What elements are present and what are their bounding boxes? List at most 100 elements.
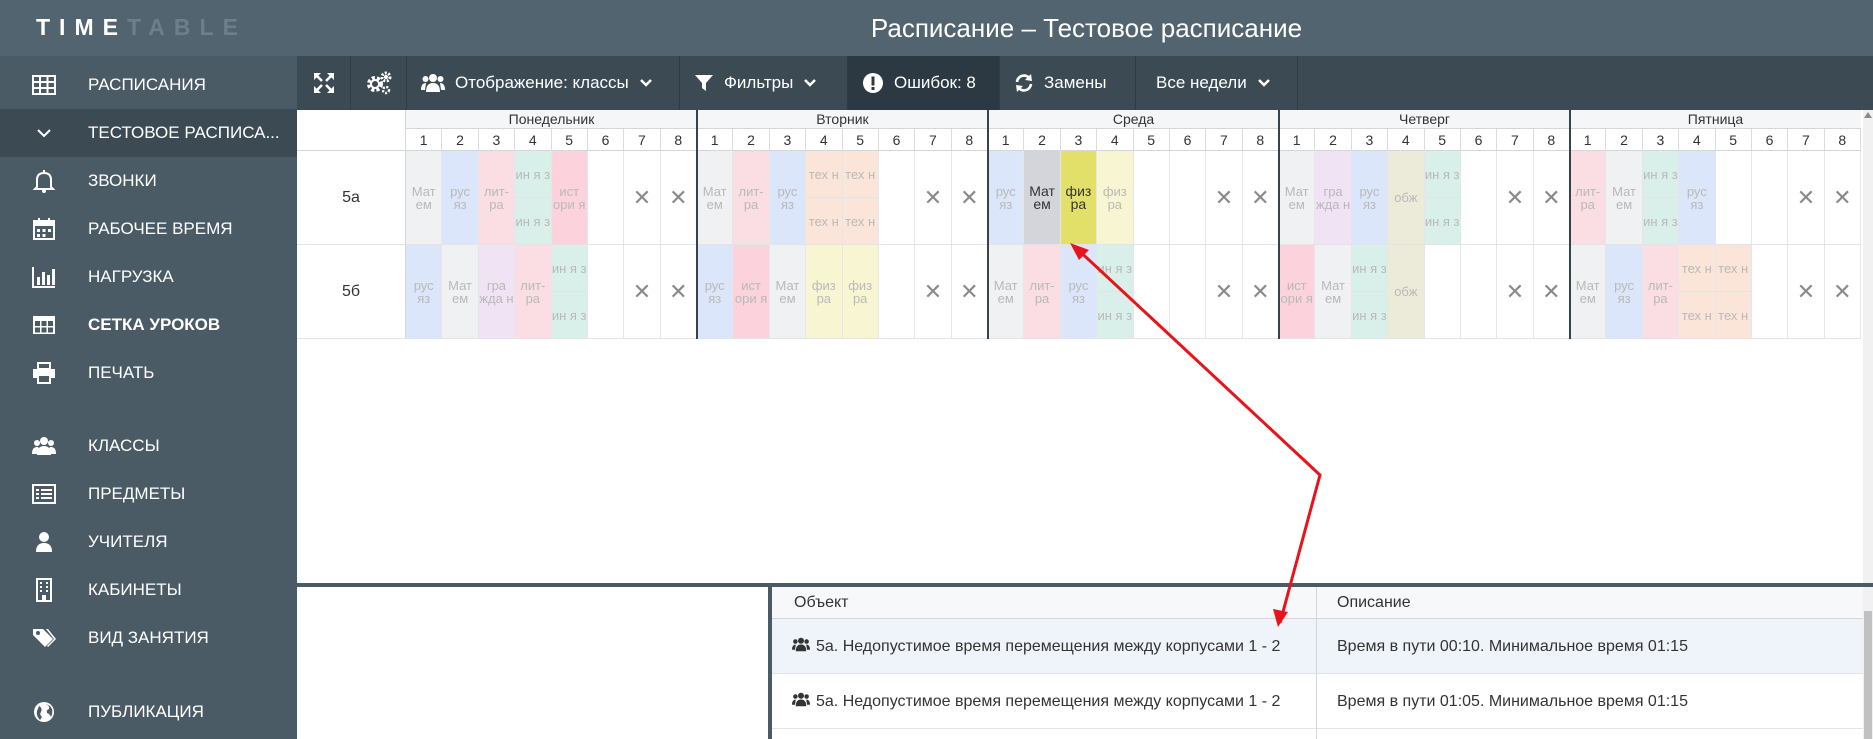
lesson-cell[interactable]: ин я з [1642,198,1680,245]
lesson-cell[interactable] [1424,245,1461,339]
lesson-cell[interactable]: лит- ра [1642,245,1680,339]
blocked-cell[interactable]: ✕ [1497,151,1534,245]
lesson-cell[interactable]: ист ори я [551,151,588,245]
blocked-cell[interactable]: ✕ [624,151,661,245]
lesson-cell[interactable]: Мат ем [1024,151,1061,245]
lesson-cell[interactable] [878,151,916,245]
lesson-cell[interactable]: гра жда н [1315,151,1352,245]
lesson-cell[interactable]: ин я з [551,245,588,292]
lesson-cell[interactable]: ин я з [1424,151,1461,198]
sidebar-item-subjects[interactable]: ПРЕДМЕТЫ [0,470,297,518]
replacements-button[interactable]: Замены [1000,56,1136,110]
scroll-thumb[interactable] [1864,611,1872,739]
lesson-cell[interactable]: Мат ем [697,151,734,245]
lesson-cell[interactable] [1133,245,1170,339]
lesson-cell[interactable]: рус яз [1679,151,1716,245]
sidebar-item-teachers[interactable]: УЧИТЕЛЯ [0,518,297,566]
class-row-label[interactable]: 5а [297,151,406,245]
sidebar-item-classes[interactable]: КЛАССЫ [0,422,297,470]
lesson-cell[interactable]: тех н [806,198,843,245]
lesson-cell[interactable]: гра жда н [478,245,516,339]
sidebar-item-load[interactable]: НАГРУЗКА [0,253,297,301]
lesson-cell[interactable]: тех н [1679,292,1716,339]
lesson-cell[interactable]: физ ра [806,245,843,339]
blocked-cell[interactable]: ✕ [915,151,952,245]
blocked-cell[interactable]: ✕ [660,245,697,339]
lesson-cell[interactable]: лит- ра [478,151,516,245]
sidebar-item-working-time[interactable]: РАБОЧЕЕ ВРЕМЯ [0,205,297,253]
lesson-cell[interactable]: ист ори я [733,245,770,339]
lesson-cell[interactable] [1169,151,1207,245]
lesson-cell[interactable]: тех н [1679,245,1716,292]
lesson-cell[interactable] [878,245,916,339]
lesson-cell[interactable]: ин я з [1642,151,1680,198]
lesson-cell[interactable]: рус яз [442,151,479,245]
lesson-cell[interactable]: физ ра [1097,151,1134,245]
lesson-cell[interactable]: обж [1388,245,1425,339]
lesson-cell[interactable] [1751,151,1789,245]
lesson-cell[interactable]: ин я з [1097,245,1134,292]
lesson-cell[interactable]: рус яз [697,245,734,339]
errors-scrollbar[interactable] [1863,587,1873,739]
lesson-cell[interactable]: ин я з [1097,292,1134,339]
grid-scrollbar[interactable] [1863,110,1873,583]
lesson-cell[interactable]: Мат ем [406,151,443,245]
blocked-cell[interactable]: ✕ [1788,151,1825,245]
lesson-cell[interactable]: Мат ем [1315,245,1352,339]
lesson-cell[interactable]: ин я з [515,151,552,198]
app-logo[interactable]: TIMETABLE [36,14,247,41]
lesson-cell[interactable]: рус яз [406,245,443,339]
blocked-cell[interactable]: ✕ [1824,151,1861,245]
blocked-cell[interactable]: ✕ [660,151,697,245]
blocked-cell[interactable]: ✕ [1788,245,1825,339]
lesson-cell[interactable]: тех н [842,151,879,198]
lesson-cell[interactable]: Мат ем [988,245,1025,339]
sidebar-item-lesson-grid[interactable]: СЕТКА УРОКОВ [0,301,297,349]
column-header-description[interactable]: Описание [1317,587,1863,619]
lesson-cell[interactable]: ист ори я [1279,245,1316,339]
weeks-dropdown[interactable]: Все недели [1136,56,1298,110]
lesson-cell[interactable] [1715,151,1752,245]
sidebar-item-activity-type[interactable]: ВИД ЗАНЯТИЯ [0,614,297,662]
lesson-cell[interactable]: рус яз [1606,245,1643,339]
lesson-cell[interactable] [587,151,625,245]
blocked-cell[interactable]: ✕ [1206,245,1243,339]
lesson-cell[interactable]: Мат ем [1279,151,1316,245]
sidebar-item-bells[interactable]: ЗВОНКИ [0,157,297,205]
blocked-cell[interactable]: ✕ [1497,245,1534,339]
lesson-cell[interactable]: физ ра [1060,151,1098,245]
lesson-cell[interactable] [1133,151,1170,245]
lesson-cell[interactable]: обж [1388,151,1425,245]
lesson-cell[interactable]: физ ра [842,245,879,339]
lesson-cell[interactable]: рус яз [988,151,1025,245]
lesson-cell[interactable]: тех н [806,151,843,198]
errors-button[interactable]: Ошибок: 8 [848,56,1000,110]
lesson-cell[interactable] [1751,245,1789,339]
blocked-cell[interactable]: ✕ [1242,151,1279,245]
column-header-object[interactable]: Объект [772,587,1316,619]
lesson-cell[interactable]: лит- ра [1570,151,1607,245]
lesson-cell[interactable]: ин я з [515,198,552,245]
lesson-cell[interactable]: Мат ем [442,245,479,339]
blocked-cell[interactable]: ✕ [624,245,661,339]
sidebar-item-publication[interactable]: ПУБЛИКАЦИЯ [0,688,297,736]
blocked-cell[interactable]: ✕ [1824,245,1861,339]
lesson-cell[interactable]: рус яз [769,151,807,245]
lesson-cell[interactable] [587,245,625,339]
blocked-cell[interactable]: ✕ [1206,151,1243,245]
blocked-cell[interactable]: ✕ [951,245,988,339]
lesson-cell[interactable] [1460,245,1498,339]
blocked-cell[interactable]: ✕ [1533,151,1570,245]
lesson-cell[interactable]: рус яз [1351,151,1389,245]
lesson-cell[interactable]: лит- ра [515,245,552,339]
lesson-cell[interactable] [1460,151,1498,245]
display-mode-dropdown[interactable]: Отображение: классы [407,56,680,110]
lesson-cell[interactable]: ин я з [551,292,588,339]
lesson-cell[interactable]: Мат ем [1606,151,1643,245]
lesson-cell[interactable]: Мат ем [769,245,807,339]
blocked-cell[interactable]: ✕ [1533,245,1570,339]
blocked-cell[interactable]: ✕ [951,151,988,245]
filters-dropdown[interactable]: Фильтры [680,56,848,110]
lesson-cell[interactable]: лит- ра [733,151,770,245]
lesson-cell[interactable]: ин я з [1351,292,1389,339]
